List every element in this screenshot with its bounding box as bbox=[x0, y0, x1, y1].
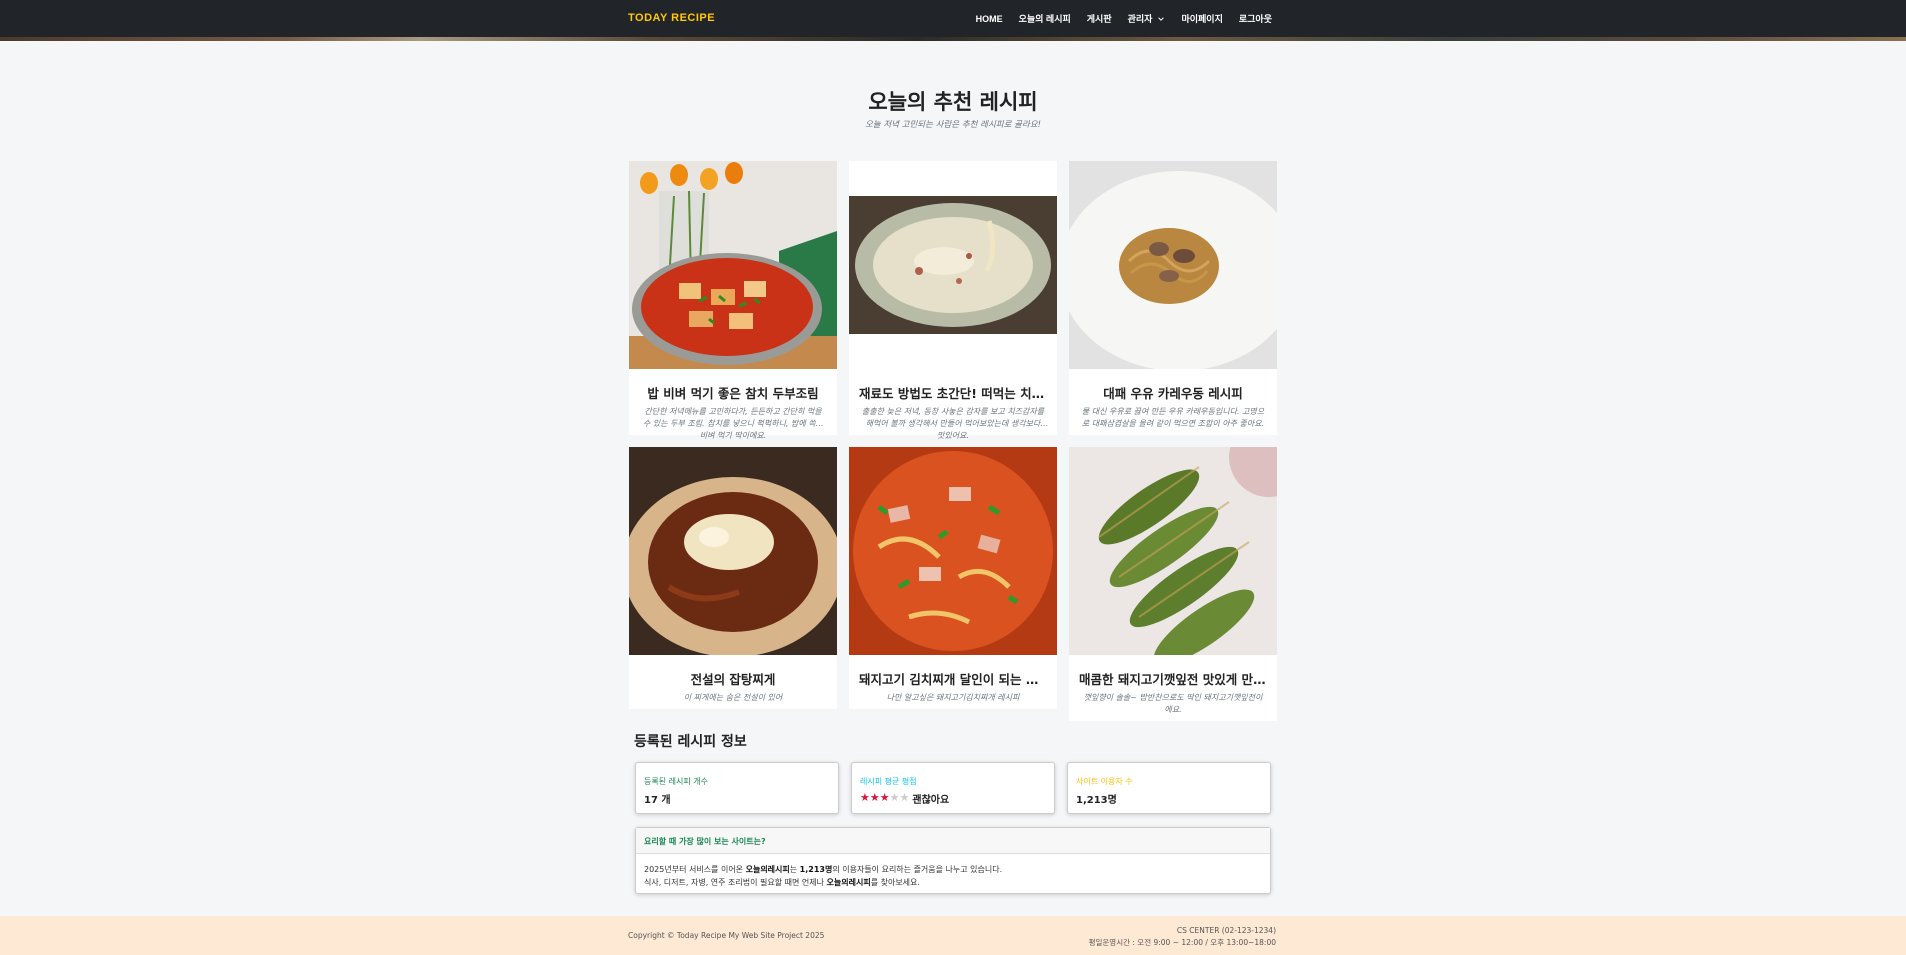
recipe-card[interactable]: 돼지고기 김치찌개 달인이 되는 황금레시피 나만 알고싶은 돼지고기김치찌개 … bbox=[849, 447, 1057, 709]
faq-user-count: 1,213명 bbox=[799, 865, 833, 874]
recipe-title[interactable]: 재료도 방법도 초간단! 떠먹는 치즈피자 bbox=[849, 383, 1057, 402]
recipe-card[interactable]: 대패 우유 카레우동 레시피 물 대신 우유로 끓여 만든 우유 카레우동입니다… bbox=[1069, 161, 1277, 435]
recipe-desc: 간단한 저녁메뉴를 고민하다가, 든든하고 간단히 먹을 수 있는 두부 조림.… bbox=[643, 407, 823, 440]
star-filled-icon: ★ bbox=[860, 791, 870, 804]
recipe-desc: 물 대신 우유로 끓여 만든 우유 카레우동입니다. 고명으로 대패삼겹살을 올… bbox=[1081, 407, 1265, 428]
recipe-title[interactable]: 전설의 잡탕찌게 bbox=[629, 669, 837, 688]
faq-card: 요리할 때 가장 많이 보는 사이트는? 2025년부터 서비스를 이어온 오늘… bbox=[635, 827, 1271, 894]
star-rating: ★★★★★ bbox=[860, 791, 910, 804]
nav-logout[interactable]: 로그아웃 bbox=[1239, 12, 1272, 25]
faq-text: 식사, 디저트, 자병, 연주 조리법이 필요할 때면 언제나 bbox=[644, 878, 827, 887]
recipe-image bbox=[849, 447, 1057, 655]
business-hours: 평일운영시간 : 오전 9:00 ~ 12:00 / 오후 13:00~18:0… bbox=[1088, 938, 1276, 947]
nav-links: HOME 오늘의 레시피 게시판 관리자 마이페이지 로그아웃 bbox=[976, 0, 1272, 37]
stat-label: 사이트 이용자 수 bbox=[1076, 777, 1133, 786]
rating-row: ★★★★★ 괜찮아요 bbox=[860, 791, 1046, 806]
nav-board[interactable]: 게시판 bbox=[1087, 12, 1112, 25]
recipe-desc: 출출한 늦은 저녁, 동창 사놓은 감자를 보고 치즈감자를 해먹어 볼까 생각… bbox=[861, 407, 1045, 440]
nav-admin-label: 관리자 bbox=[1127, 14, 1153, 24]
cs-phone: CS CENTER (02-123-1234) bbox=[1176, 926, 1276, 935]
star-empty-icon: ★ bbox=[889, 791, 900, 804]
faq-line-1: 2025년부터 서비스를 이어온 오늘의레시피는 1,213명의 이용자들이 요… bbox=[644, 863, 1262, 876]
rating-text: 괜찮아요 bbox=[912, 795, 950, 806]
star-filled-icon: ★ bbox=[869, 791, 880, 804]
faq-question: 요리할 때 가장 많이 보는 사이트는? bbox=[636, 828, 1270, 854]
top-navbar: TODAY RECIPE HOME 오늘의 레시피 게시판 관리자 마이페이지 … bbox=[0, 0, 1906, 37]
stat-label: 등록된 레시피 개수 bbox=[644, 777, 708, 786]
recipe-desc: 깻잎향이 솔솔~ 밥반찬으로도 딱인 돼지고기깻잎전이에요. bbox=[1083, 693, 1263, 714]
footer: Copyright © Today Recipe My Web Site Pro… bbox=[0, 916, 1906, 955]
faq-line-2: 식사, 디저트, 자병, 연주 조리법이 필요할 때면 언제나 오늘의레시피를 … bbox=[644, 876, 1262, 889]
faq-answer: 2025년부터 서비스를 이어온 오늘의레시피는 1,213명의 이용자들이 요… bbox=[636, 854, 1270, 898]
recipe-card[interactable]: 밥 비벼 먹기 좋은 참치 두부조림 간단한 저녁메뉴를 고민하다가, 든든하고… bbox=[629, 161, 837, 440]
nav-home[interactable]: HOME bbox=[976, 14, 1003, 24]
faq-site-name: 오늘의레시피 bbox=[745, 865, 790, 874]
recipe-title[interactable]: 대패 우유 카레우동 레시피 bbox=[1069, 383, 1277, 402]
nav-today-recipe[interactable]: 오늘의 레시피 bbox=[1019, 12, 1071, 25]
nav-admin-dropdown[interactable]: 관리자 bbox=[1128, 12, 1166, 25]
recipe-image bbox=[629, 447, 837, 655]
recipe-card[interactable]: 재료도 방법도 초간단! 떠먹는 치즈피자 출출한 늦은 저녁, 동창 사놓은 … bbox=[849, 161, 1057, 440]
stat-user-count: 사이트 이용자 수 1,213명 bbox=[1067, 762, 1271, 814]
recipe-title[interactable]: 밥 비벼 먹기 좋은 참치 두부조림 bbox=[629, 383, 837, 402]
stat-label: 레시피 평균 평점 bbox=[860, 777, 917, 786]
faq-text: 2025년부터 서비스를 이어온 bbox=[644, 865, 746, 874]
recipe-desc: 이 찌게에는 숨은 전설이 있어 bbox=[683, 693, 783, 702]
recipe-info-title: 등록된 레시피 정보 bbox=[634, 734, 747, 750]
star-empty-icon: ★ bbox=[899, 791, 910, 804]
stat-value: 17 개 bbox=[644, 795, 671, 806]
recipe-title[interactable]: 매콤한 돼지고기깻잎전 맛있게 만드는 법 bbox=[1069, 669, 1277, 688]
recipe-image bbox=[1069, 161, 1277, 369]
recipe-image bbox=[1069, 447, 1277, 655]
chevron-down-icon bbox=[1158, 16, 1165, 21]
recipe-image bbox=[849, 161, 1057, 369]
stat-value: 1,213명 bbox=[1076, 795, 1117, 806]
stat-recipe-count: 등록된 레시피 개수 17 개 bbox=[635, 762, 839, 814]
faq-site-name: 오늘의레시피 bbox=[826, 878, 871, 887]
recipe-desc: 나만 알고싶은 돼지고기김치찌개 레시피 bbox=[886, 693, 1020, 702]
section-subtitle: 오늘 저녁 고민되는 사람은 추천 레시피로 골라요! bbox=[864, 120, 1042, 130]
stat-average-rating: 레시피 평균 평점 ★★★★★ 괜찮아요 bbox=[851, 762, 1055, 814]
nav-mypage[interactable]: 마이페이지 bbox=[1181, 12, 1222, 25]
faq-text: 는 bbox=[789, 865, 800, 874]
copyright: Copyright © Today Recipe My Web Site Pro… bbox=[628, 931, 825, 940]
section-title: 오늘의 추천 레시피 bbox=[868, 90, 1038, 114]
faq-text: 의 이용자들이 요리하는 즐거움을 나누고 있습니다. bbox=[832, 865, 1003, 874]
star-filled-icon: ★ bbox=[879, 791, 890, 804]
hero-image-strip bbox=[0, 37, 1906, 41]
brand-logo[interactable]: TODAY RECIPE bbox=[628, 12, 715, 24]
cs-center-info: CS CENTER (02-123-1234) 평일운영시간 : 오전 9:00… bbox=[1089, 925, 1276, 949]
recipe-title[interactable]: 돼지고기 김치찌개 달인이 되는 황금레시피 bbox=[849, 669, 1057, 688]
recipe-image bbox=[629, 161, 837, 369]
recipe-card[interactable]: 매콤한 돼지고기깻잎전 맛있게 만드는 법 깻잎향이 솔솔~ 밥반찬으로도 딱인… bbox=[1069, 447, 1277, 721]
recipe-card[interactable]: 전설의 잡탕찌게 이 찌게에는 숨은 전설이 있어 bbox=[629, 447, 837, 709]
faq-text: 를 찾아보세요. bbox=[870, 878, 920, 887]
